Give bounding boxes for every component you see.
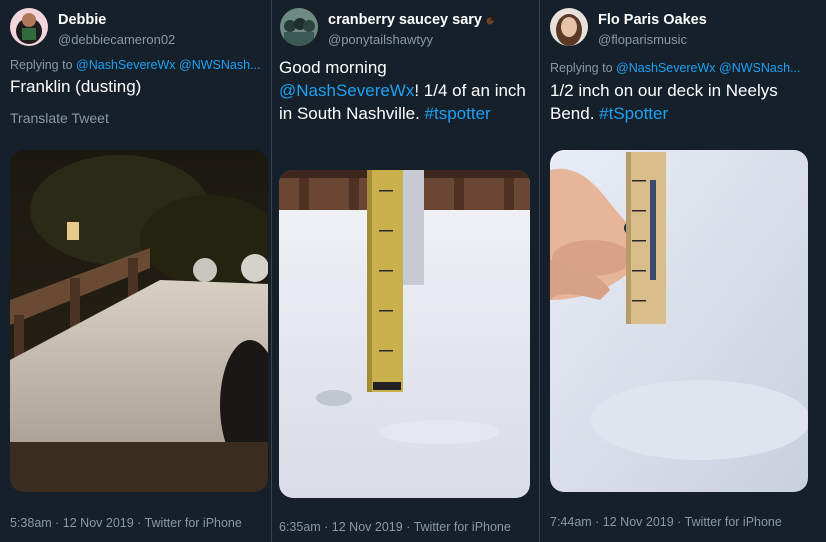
tweet-photo[interactable] bbox=[279, 170, 530, 498]
tweet-collage: Debbie @debbiecameron02 Replying to @Nas… bbox=[0, 0, 826, 542]
tweet-photo[interactable] bbox=[550, 150, 808, 492]
avatar[interactable] bbox=[10, 8, 48, 46]
tweet-text: Good morning @NashSevereWx! 1/4 of an in… bbox=[279, 56, 531, 125]
tweet-meta[interactable]: 5:38am · 12 Nov 2019 · Twitter for iPhon… bbox=[10, 516, 242, 530]
tweet-meta[interactable]: 7:44am · 12 Nov 2019 · Twitter for iPhon… bbox=[550, 515, 782, 529]
tweet-debbie[interactable]: Debbie @debbiecameron02 Replying to @Nas… bbox=[0, 0, 270, 542]
display-name[interactable]: Debbie bbox=[58, 12, 106, 28]
username[interactable]: @ponytailshawtyy bbox=[328, 32, 433, 47]
username[interactable]: @floparismusic bbox=[598, 32, 687, 47]
photo-ruler-deck-half-inch bbox=[550, 150, 808, 492]
replying-to: Replying to @NashSevereWx @NWSNash... bbox=[550, 61, 818, 75]
replying-to: Replying to @NashSevereWx @NWSNash... bbox=[10, 58, 265, 72]
replying-prefix: Replying to bbox=[10, 58, 73, 72]
tweet-header: Flo Paris Oakes @floparismusic bbox=[550, 6, 820, 50]
hashtag-link[interactable]: #tspotter bbox=[425, 104, 491, 123]
hashtag-link[interactable]: #tSpotter bbox=[599, 104, 668, 123]
display-name-text: cranberry saucey sary bbox=[328, 12, 482, 28]
avatar[interactable] bbox=[280, 8, 318, 46]
guitar-emoji-icon bbox=[486, 12, 498, 28]
tweet-text-part: Franklin (dusting) bbox=[10, 77, 142, 96]
display-name[interactable]: Flo Paris Oakes bbox=[598, 12, 707, 28]
translate-tweet-link[interactable]: Translate Tweet bbox=[10, 110, 109, 126]
tweet-flo[interactable]: Flo Paris Oakes @floparismusic Replying … bbox=[540, 0, 826, 542]
avatar[interactable] bbox=[550, 8, 588, 46]
mention-link[interactable]: @NWSNash... bbox=[179, 58, 260, 72]
tweet-text: 1/2 inch on our deck in Neelys Bend. #tS… bbox=[550, 79, 818, 125]
tweet-meta[interactable]: 6:35am · 12 Nov 2019 · Twitter for iPhon… bbox=[279, 520, 511, 534]
photo-ruler-snow-quarter-inch bbox=[279, 170, 530, 498]
mention-link[interactable]: @NashSevereWx bbox=[279, 81, 414, 100]
mention-link[interactable]: @NashSevereWx bbox=[76, 58, 176, 72]
tweet-text-part: Good morning bbox=[279, 58, 387, 77]
display-name[interactable]: cranberry saucey sary bbox=[328, 12, 498, 28]
mention-link[interactable]: @NashSevereWx bbox=[616, 61, 716, 75]
replying-prefix: Replying to bbox=[550, 61, 613, 75]
tweet-header: Debbie @debbiecameron02 bbox=[10, 6, 264, 50]
tweet-text: Franklin (dusting) bbox=[10, 75, 265, 98]
photo-deck-dusting bbox=[10, 150, 268, 492]
tweet-cranberry[interactable]: cranberry saucey sary @ponytailshawtyy G… bbox=[272, 0, 538, 542]
mention-link[interactable]: @NWSNash... bbox=[719, 61, 800, 75]
tweet-header: cranberry saucey sary @ponytailshawtyy bbox=[280, 6, 532, 50]
tweet-photo[interactable] bbox=[10, 150, 268, 492]
username[interactable]: @debbiecameron02 bbox=[58, 32, 175, 47]
